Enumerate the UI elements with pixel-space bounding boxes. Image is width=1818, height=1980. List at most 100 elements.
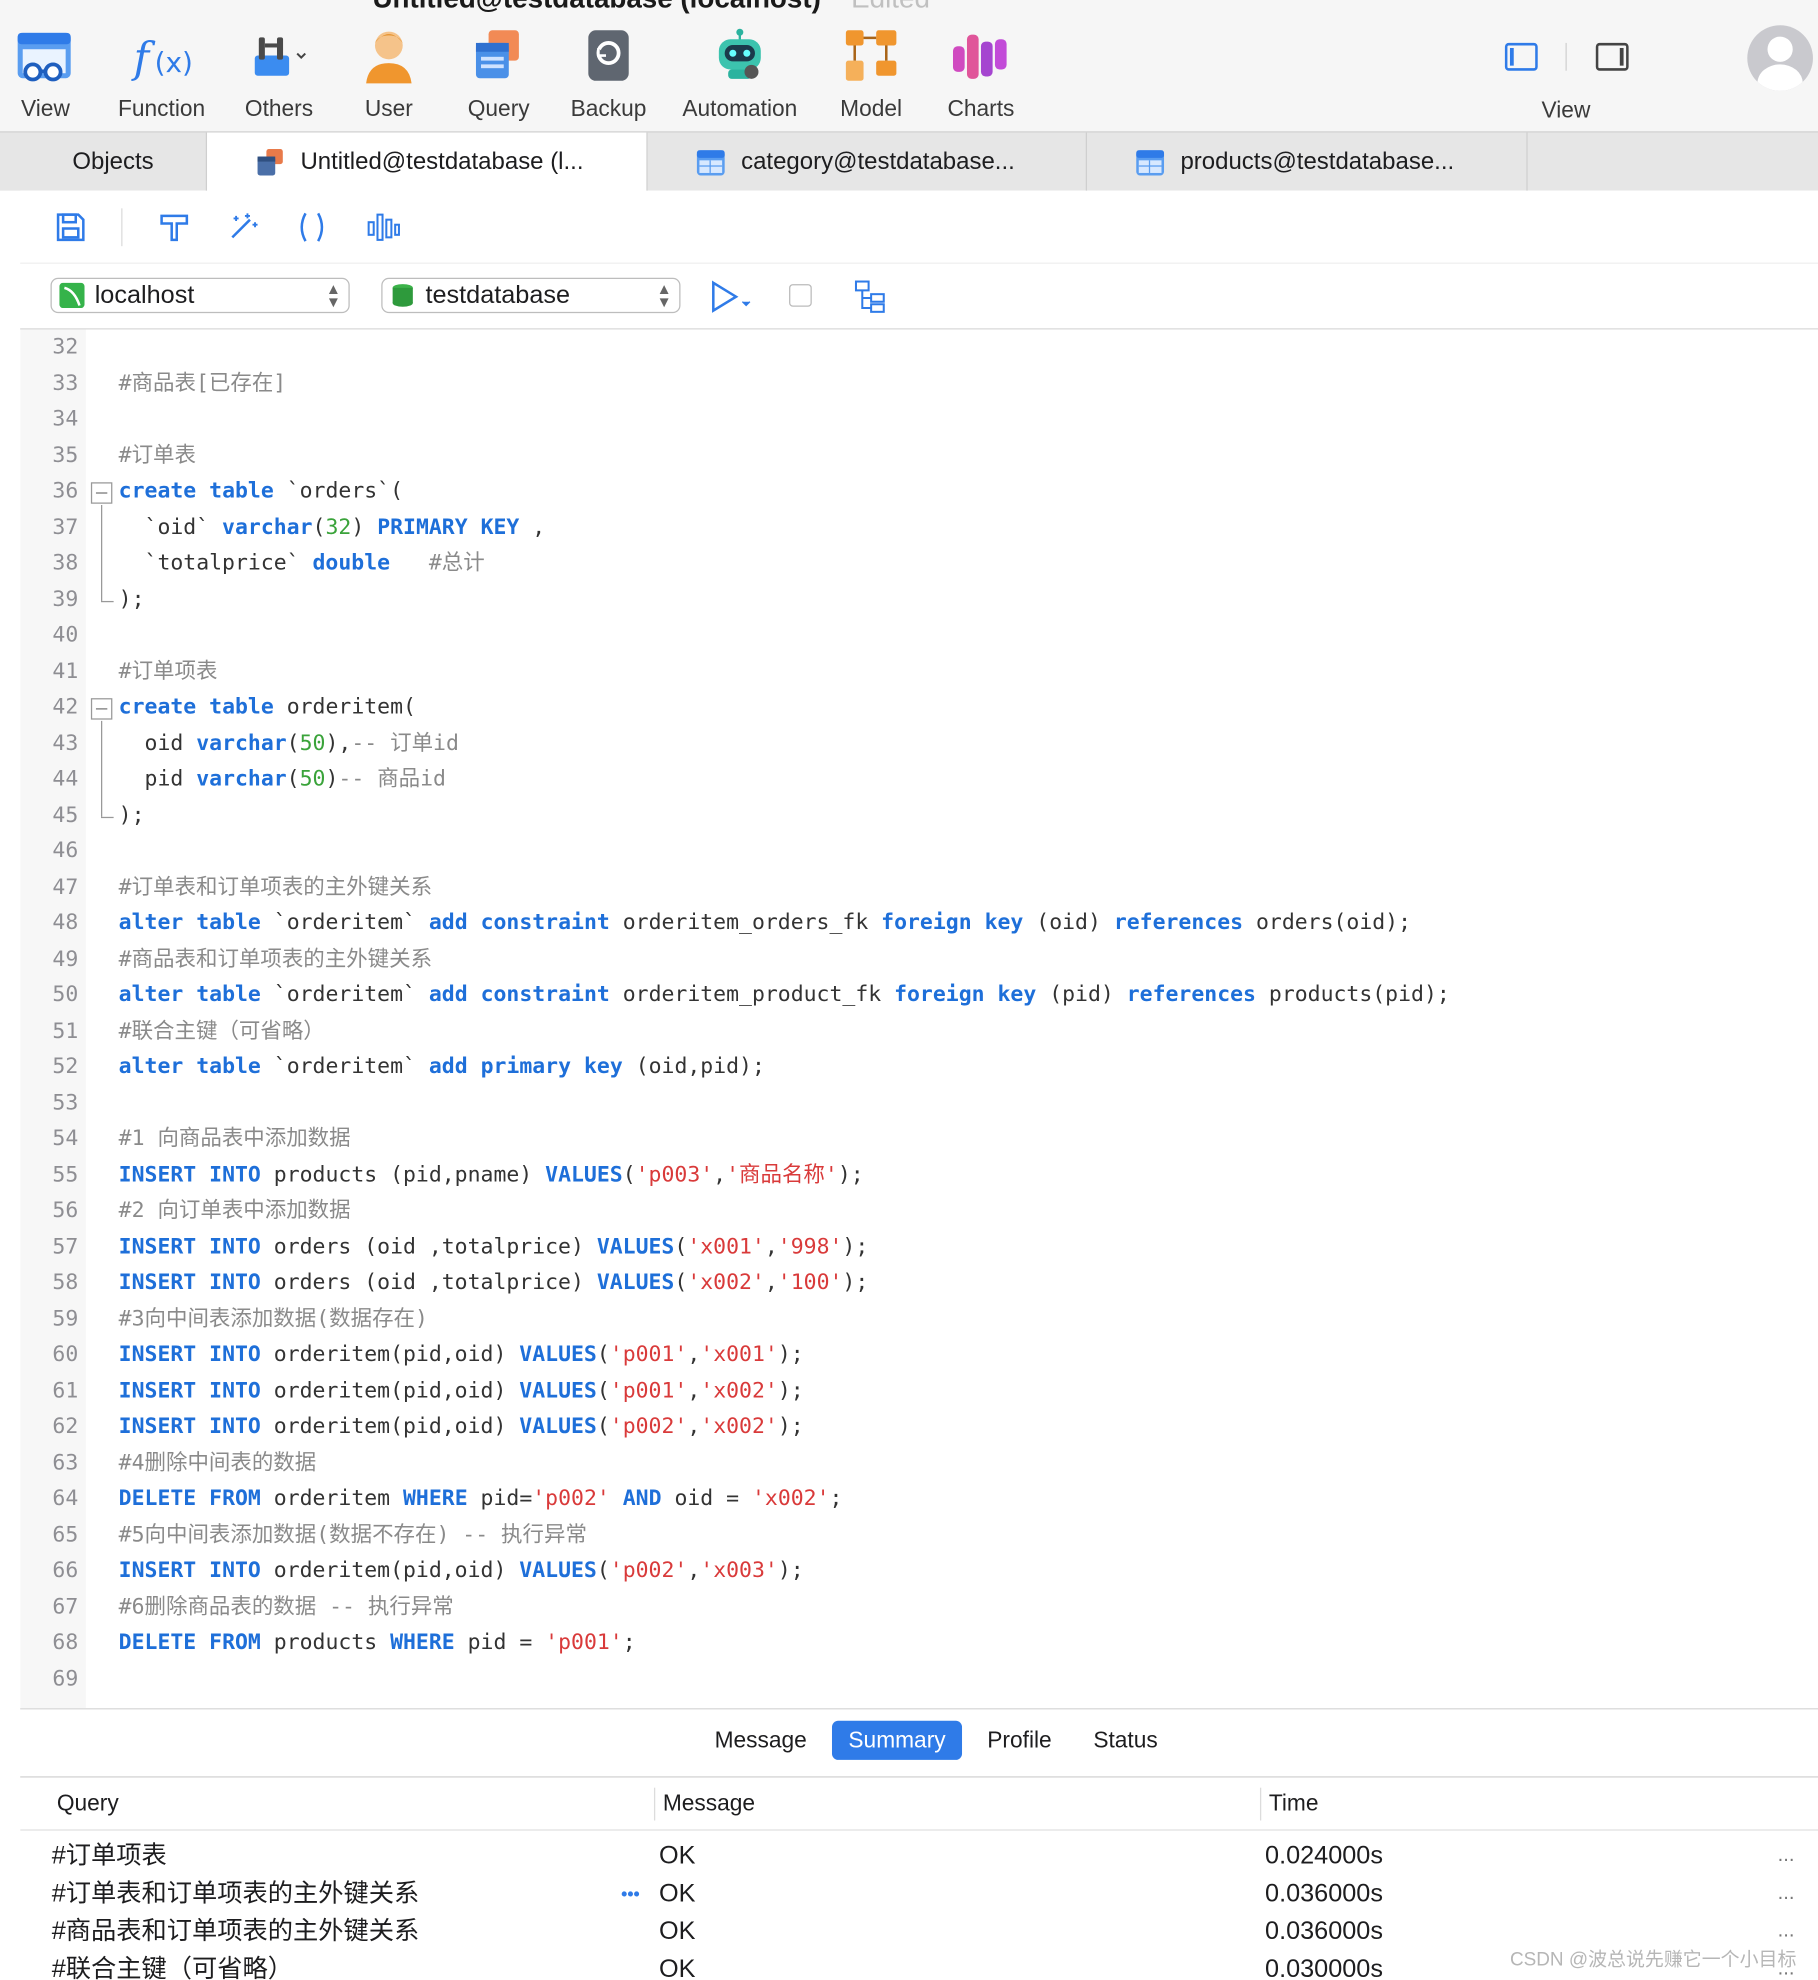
code-line[interactable]: 38 `totalprice` double #总计 <box>20 545 1818 581</box>
stop-button[interactable] <box>789 284 812 307</box>
code-token: alter <box>118 910 184 936</box>
code-line[interactable]: 45); <box>20 797 1818 833</box>
run-icon[interactable] <box>708 280 759 313</box>
code-line[interactable]: 65 #5向中间表添加数据(数据不存在) -- 执行异常 <box>20 1517 1818 1553</box>
code-line[interactable]: 35 #订单表 <box>20 437 1818 473</box>
magic-wand-icon[interactable] <box>225 210 260 245</box>
code-line[interactable]: 66 INSERT INTO orderitem(pid,oid) VALUES(… <box>20 1553 1818 1589</box>
explain-icon[interactable] <box>365 210 400 245</box>
column-header-message[interactable]: Message <box>663 1790 755 1817</box>
account-avatar[interactable] <box>1747 25 1813 91</box>
tab-status[interactable]: Status <box>1077 1721 1174 1760</box>
table-row[interactable]: #订单表和订单项表的主外键关系 OK 0.036000s •••... <box>20 1875 1818 1913</box>
query-button[interactable]: Query <box>442 23 556 123</box>
table-row[interactable]: #订单项表 OK 0.024000s... <box>20 1837 1818 1875</box>
model-button[interactable]: Model <box>814 23 928 123</box>
code-token: , <box>687 1342 701 1368</box>
code-line[interactable]: 57 INSERT INTO orders (oid ,totalprice) V… <box>20 1229 1818 1265</box>
save-icon[interactable] <box>53 210 88 245</box>
fold-toggle[interactable] <box>90 482 113 504</box>
line-number: 49 <box>52 946 79 972</box>
cell-time: 0.030000s <box>1265 1955 1383 1980</box>
code-line[interactable]: 37 `oid` varchar(32) PRIMARY KEY , <box>20 509 1818 545</box>
function-button[interactable]: f (x) Function <box>105 23 219 123</box>
code-line[interactable]: 33 #商品表[已存在] <box>20 365 1818 401</box>
code-line[interactable]: 36 create table `orders`( <box>20 473 1818 509</box>
database-select[interactable]: testdatabase ▲ ▼ <box>381 277 681 314</box>
sidebar-left-icon[interactable] <box>1502 38 1540 76</box>
code-line[interactable]: 43 oid varchar(50),-- 订单id <box>20 725 1818 761</box>
code-text: oid varchar(50),-- 订单id <box>119 725 459 761</box>
expand-ellipsis-icon[interactable]: ••• <box>621 1875 640 1913</box>
row-more-icon[interactable]: ... <box>1778 1837 1795 1875</box>
sidebar-right-icon[interactable] <box>1593 38 1631 76</box>
code-token: 'x002' <box>700 1378 778 1404</box>
code-line[interactable]: 46 <box>20 833 1818 869</box>
row-more-icon[interactable]: ... <box>1778 1875 1795 1913</box>
visual-query-icon[interactable] <box>853 279 888 314</box>
column-header-query[interactable]: Query <box>57 1790 119 1817</box>
user-button[interactable]: User <box>332 23 446 123</box>
column-header-time[interactable]: Time <box>1269 1790 1319 1817</box>
code-line[interactable]: 51 #联合主键（可省略） <box>20 1013 1818 1049</box>
tab-untitled-query[interactable]: Untitled@testdatabase (l... <box>207 132 648 192</box>
code-token: INTO <box>209 1414 261 1440</box>
code-line[interactable]: 68 DELETE FROM products WHERE pid = 'p001… <box>20 1625 1818 1661</box>
code-line[interactable]: 53 <box>20 1085 1818 1121</box>
code-text: create table orderitem( <box>119 689 416 725</box>
fold-toggle[interactable] <box>90 698 113 720</box>
code-line[interactable]: 42 create table orderitem( <box>20 689 1818 725</box>
code-line[interactable]: 67 #6删除商品表的数据 -- 执行异常 <box>20 1589 1818 1625</box>
code-token: `totalprice` <box>118 550 313 576</box>
format-icon[interactable] <box>157 210 192 245</box>
sql-editor[interactable]: 32 33 #商品表[已存在] 34 35 #订单表 36 create table `ord… <box>20 329 1818 1709</box>
code-line[interactable]: 62 INSERT INTO orderitem(pid,oid) VALUES(… <box>20 1409 1818 1445</box>
column-divider[interactable] <box>1259 1787 1262 1821</box>
code-line[interactable]: 64 DELETE FROM orderitem WHERE pid='p002'… <box>20 1481 1818 1517</box>
code-line[interactable]: 48 alter table `orderitem` add constraint… <box>20 905 1818 941</box>
code-line[interactable]: 63 #4删除中间表的数据 <box>20 1445 1818 1481</box>
code-line[interactable]: 58 INSERT INTO orders (oid ,totalprice) V… <box>20 1265 1818 1301</box>
code-line[interactable]: 69 <box>20 1661 1818 1697</box>
code-line[interactable]: 44 pid varchar(50)-- 商品id <box>20 761 1818 797</box>
column-divider[interactable] <box>653 1787 656 1821</box>
code-line[interactable]: 56 #2 向订单表中添加数据 <box>20 1193 1818 1229</box>
code-line[interactable]: 47 #订单表和订单项表的主外键关系 <box>20 869 1818 905</box>
parentheses-icon[interactable] <box>294 210 329 245</box>
code-line[interactable]: 55 INSERT INTO products (pid,pname) VALUE… <box>20 1157 1818 1193</box>
code-token: #订单表和订单项表的主外键关系 <box>118 874 433 900</box>
code-line[interactable]: 34 <box>20 401 1818 437</box>
line-number: 43 <box>52 730 79 756</box>
code-token: ( <box>674 1270 688 1296</box>
line-number: 38 <box>52 550 79 576</box>
code-token: INTO <box>209 1270 261 1296</box>
code-line[interactable]: 61 INSERT INTO orderitem(pid,oid) VALUES(… <box>20 1373 1818 1409</box>
code-line[interactable]: 32 <box>20 330 1818 366</box>
code-line[interactable]: 52 alter table `orderitem` add primary ke… <box>20 1049 1818 1085</box>
code-line[interactable]: 41 #订单项表 <box>20 653 1818 689</box>
code-token: DELETE <box>118 1629 197 1656</box>
code-line[interactable]: 49 #商品表和订单项表的主外键关系 <box>20 941 1818 977</box>
code-line[interactable]: 54 #1 向商品表中添加数据 <box>20 1121 1818 1157</box>
tab-message[interactable]: Message <box>698 1721 823 1760</box>
code-text: DELETE FROM orderitem WHERE pid='p002' A… <box>119 1481 843 1517</box>
code-line[interactable]: 50 alter table `orderitem` add constraint… <box>20 977 1818 1013</box>
tab-category-table[interactable]: category@testdatabase... <box>648 132 1088 192</box>
view-button-left[interactable]: View <box>0 23 102 123</box>
others-button[interactable]: Others <box>222 23 336 123</box>
code-line[interactable]: 40 <box>20 617 1818 653</box>
code-line[interactable]: 60 INSERT INTO orderitem(pid,oid) VALUES(… <box>20 1337 1818 1373</box>
tab-objects[interactable]: Objects <box>20 132 208 192</box>
tab-products-table[interactable]: products@testdatabase... <box>1087 132 1528 192</box>
code-line[interactable]: 39); <box>20 581 1818 617</box>
automation-button[interactable]: Automation <box>682 23 797 123</box>
view-divider <box>1565 42 1567 71</box>
tab-profile[interactable]: Profile <box>971 1721 1068 1760</box>
server-select[interactable]: localhost ▲ ▼ <box>50 277 350 314</box>
charts-button[interactable]: Charts <box>924 23 1038 123</box>
backup-button[interactable]: Backup <box>552 23 666 123</box>
tab-summary[interactable]: Summary <box>831 1720 963 1760</box>
code-line[interactable]: 59 #3向中间表添加数据(数据存在) <box>20 1301 1818 1337</box>
code-token: AND <box>622 1485 662 1512</box>
